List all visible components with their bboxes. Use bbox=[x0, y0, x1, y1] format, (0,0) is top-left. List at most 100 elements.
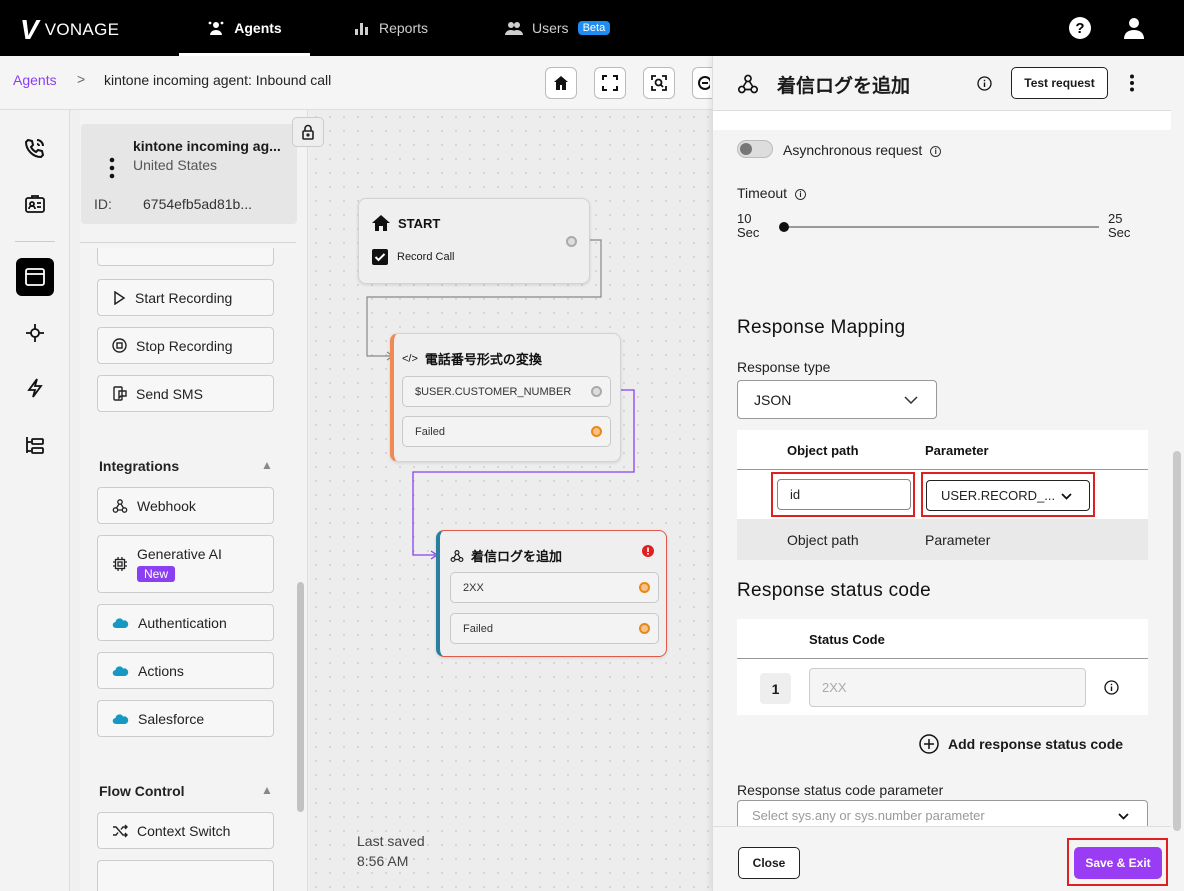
parameter-value: USER.RECORD_... bbox=[941, 488, 1056, 503]
authentication-button[interactable]: Authentication bbox=[97, 604, 274, 641]
async-request-toggle[interactable] bbox=[737, 140, 773, 158]
convert-number-node[interactable]: </> 電話番号形式の変換 $USER.CUSTOMER_NUMBER Fail… bbox=[390, 333, 621, 462]
port-row[interactable]: 2XX bbox=[450, 572, 659, 603]
start-recording-button[interactable]: Start Recording bbox=[97, 279, 274, 316]
salesforce-cloud-icon bbox=[112, 617, 129, 628]
agent-name: kintone incoming ag... bbox=[133, 138, 281, 154]
port-row[interactable]: $USER.CUSTOMER_NUMBER bbox=[402, 376, 611, 407]
timeout-max-unit: Sec bbox=[1108, 225, 1131, 240]
info-icon[interactable] bbox=[977, 76, 992, 91]
rail-contacts[interactable] bbox=[17, 186, 53, 222]
breadcrumb-separator: > bbox=[77, 71, 86, 87]
webhook-icon bbox=[737, 74, 759, 94]
output-port[interactable] bbox=[639, 623, 650, 634]
convert-node-label: 電話番号形式の変換 bbox=[424, 352, 542, 367]
palette-divider bbox=[80, 242, 296, 243]
output-port[interactable] bbox=[591, 386, 602, 397]
stop-circle-icon bbox=[112, 338, 127, 353]
port-row[interactable]: Failed bbox=[450, 613, 659, 644]
timeout-max-value: 25 bbox=[1108, 211, 1123, 226]
info-icon[interactable] bbox=[1104, 680, 1119, 695]
vonage-logo[interactable]: V VONAGE bbox=[20, 14, 119, 46]
kebab-menu-icon[interactable] bbox=[109, 157, 115, 179]
home-icon bbox=[372, 215, 390, 231]
save-exit-button[interactable]: Save & Exit bbox=[1074, 847, 1162, 879]
add-status-code-label: Add response status code bbox=[948, 736, 1124, 752]
help-icon[interactable]: ? bbox=[1068, 16, 1092, 40]
code-icon: </> bbox=[402, 352, 418, 365]
start-node-label: START bbox=[398, 215, 441, 231]
context-switch-button[interactable]: Context Switch bbox=[97, 812, 274, 849]
object-path-input[interactable]: id bbox=[777, 479, 911, 510]
fit-view-button[interactable] bbox=[594, 67, 626, 99]
actions-label: Actions bbox=[138, 662, 184, 679]
generative-ai-button[interactable]: Generative AI New bbox=[97, 535, 274, 593]
parameter-header: Parameter bbox=[925, 443, 989, 458]
send-sms-label: Send SMS bbox=[136, 385, 203, 402]
output-port[interactable] bbox=[639, 582, 650, 593]
salesforce-label: Salesforce bbox=[138, 710, 205, 727]
zoom-in-button[interactable] bbox=[643, 67, 675, 99]
port-row[interactable]: Failed bbox=[402, 416, 611, 447]
log-node-title: 着信ログを追加 bbox=[450, 546, 562, 565]
chevron-up-icon[interactable]: ▲ bbox=[261, 783, 273, 797]
send-sms-button[interactable]: Send SMS bbox=[97, 375, 274, 412]
phone-icon bbox=[24, 138, 45, 159]
rail-calls[interactable] bbox=[17, 130, 53, 166]
zoom-out-button[interactable] bbox=[692, 67, 712, 99]
lightning-icon bbox=[27, 378, 43, 398]
tab-reports-label: Reports bbox=[379, 20, 429, 36]
tab-agents[interactable]: Agents bbox=[179, 0, 310, 56]
timeout-slider-track[interactable] bbox=[783, 226, 1099, 228]
agent-country: United States bbox=[133, 157, 218, 173]
close-button[interactable]: Close bbox=[738, 847, 800, 879]
webhook-button[interactable]: Webhook bbox=[97, 487, 274, 524]
generative-ai-label: Generative AI bbox=[137, 546, 222, 562]
status-code-title: Response status code bbox=[737, 580, 932, 601]
top-nav-bar: V VONAGE Agents Reports Users Beta ? bbox=[0, 0, 1184, 56]
palette-scrollbar[interactable] bbox=[297, 582, 304, 812]
user-profile-icon[interactable] bbox=[1122, 16, 1146, 40]
status-code-input[interactable]: 2XX bbox=[809, 668, 1086, 707]
stop-recording-button[interactable]: Stop Recording bbox=[97, 327, 274, 364]
home-view-button[interactable] bbox=[545, 67, 577, 99]
rail-tree[interactable] bbox=[17, 427, 53, 463]
tab-users[interactable]: Users Beta bbox=[505, 0, 611, 56]
chevron-up-icon[interactable]: ▲ bbox=[261, 458, 273, 472]
response-type-value: JSON bbox=[754, 391, 792, 408]
test-request-button[interactable]: Test request bbox=[1011, 67, 1108, 99]
rail-nodes[interactable] bbox=[17, 315, 53, 351]
parameter-placeholder: Parameter bbox=[925, 532, 991, 548]
response-type-select[interactable]: JSON bbox=[737, 380, 937, 419]
salesforce-cloud-icon bbox=[112, 713, 129, 724]
add-status-code-button[interactable]: Add response status code bbox=[919, 734, 1123, 754]
actions-button[interactable]: Actions bbox=[97, 652, 274, 689]
output-port[interactable] bbox=[566, 236, 577, 247]
add-log-node[interactable]: 着信ログを追加 2XX Failed bbox=[436, 530, 667, 657]
record-call-option[interactable]: Record Call bbox=[372, 249, 454, 265]
async-request-text: Asynchronous request bbox=[783, 142, 923, 158]
last-saved-time: 8:56 AM bbox=[357, 853, 409, 869]
info-icon[interactable]: i bbox=[930, 145, 942, 157]
partial-palette-item[interactable] bbox=[97, 248, 274, 266]
table-row: Object path Parameter bbox=[737, 519, 1148, 560]
rail-actions[interactable] bbox=[17, 370, 53, 406]
start-node[interactable]: START Record Call bbox=[358, 198, 590, 284]
timeout-slider-knob[interactable] bbox=[779, 222, 789, 232]
rail-flow-editor[interactable] bbox=[16, 258, 54, 296]
info-icon[interactable]: i bbox=[794, 188, 806, 200]
checkbox-checked-icon[interactable] bbox=[372, 249, 388, 265]
play-icon bbox=[114, 290, 126, 305]
agent-id-label: ID: bbox=[94, 196, 112, 212]
zoom-icon bbox=[651, 75, 667, 91]
output-port[interactable] bbox=[591, 426, 602, 437]
parameter-select[interactable]: USER.RECORD_... bbox=[926, 480, 1090, 511]
kebab-menu-icon[interactable] bbox=[1129, 74, 1135, 92]
partial-palette-item[interactable] bbox=[97, 860, 274, 891]
port-label: $USER.CUSTOMER_NUMBER bbox=[415, 385, 572, 398]
tab-reports[interactable]: Reports bbox=[354, 0, 428, 56]
salesforce-button[interactable]: Salesforce bbox=[97, 700, 274, 737]
window-icon bbox=[25, 268, 45, 286]
panel-scrollbar[interactable] bbox=[1173, 451, 1181, 831]
breadcrumb-agents-link[interactable]: Agents bbox=[13, 72, 57, 88]
